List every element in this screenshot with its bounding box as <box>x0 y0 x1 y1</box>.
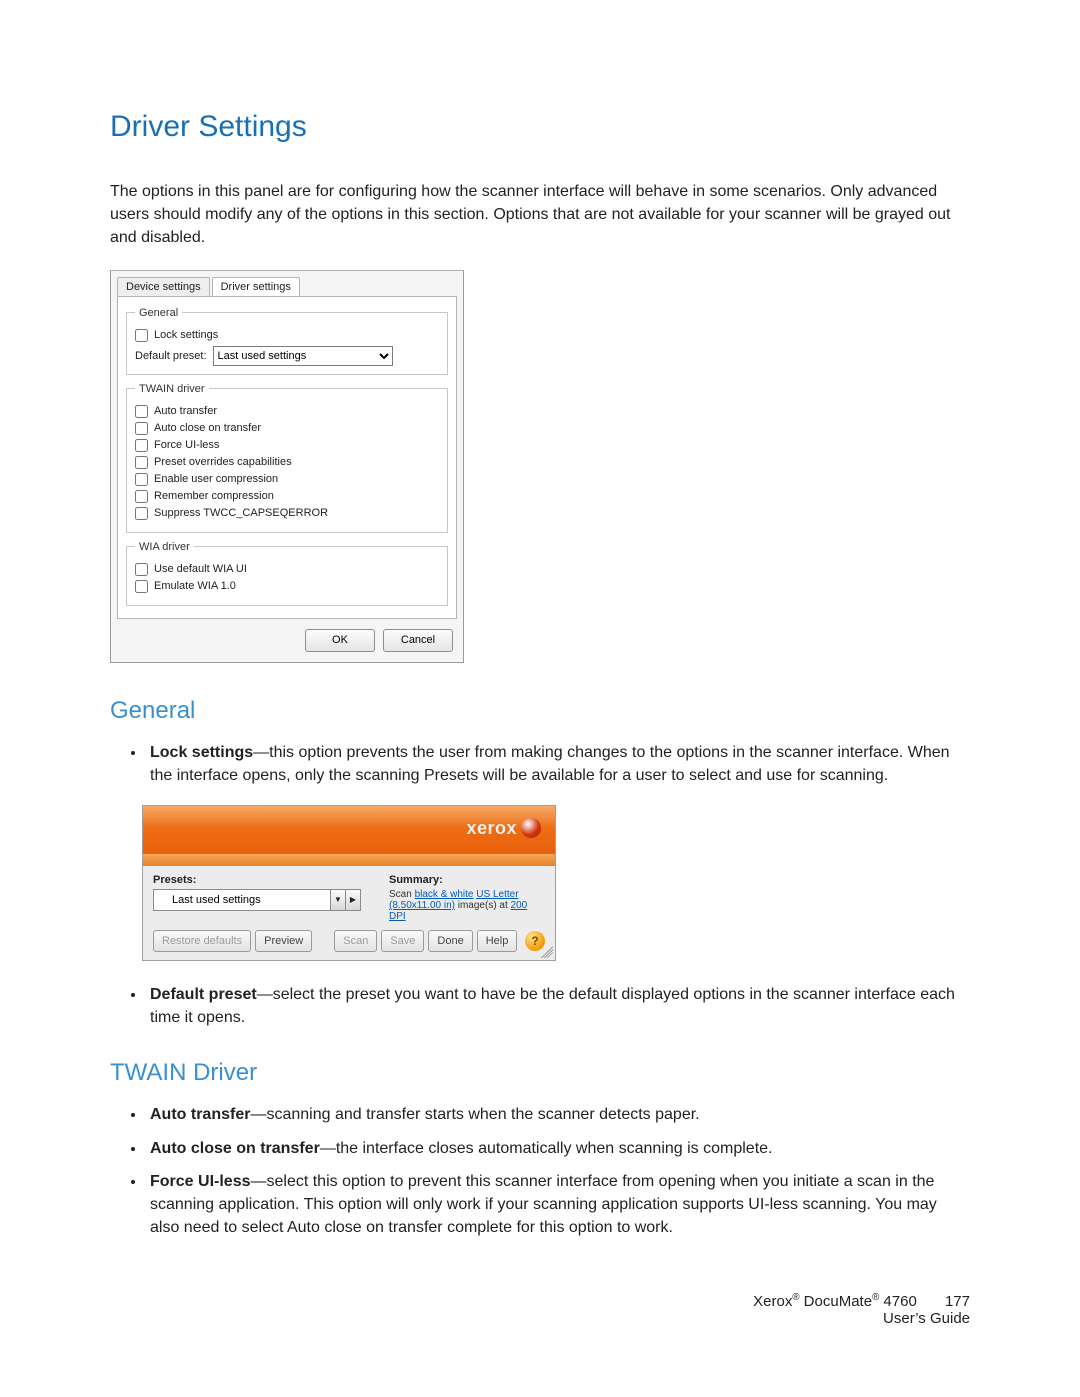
restore-defaults-button[interactable]: Restore defaults <box>153 930 251 952</box>
checkbox-preset-overrides[interactable]: Preset overrides capabilities <box>135 456 439 469</box>
legend-twain: TWAIN driver <box>135 383 209 395</box>
checkbox-enable-compression[interactable]: Enable user compression <box>135 473 439 486</box>
tab-device-settings[interactable]: Device settings <box>117 277 210 296</box>
summary-link-bw[interactable]: black & white <box>415 889 474 900</box>
save-button[interactable]: Save <box>381 930 424 952</box>
default-preset-select[interactable]: Last used settings <box>213 346 393 366</box>
summary-label: Summary: <box>389 874 545 886</box>
scan-button[interactable]: Scan <box>334 930 377 952</box>
checkbox-suppress-error[interactable]: Suppress TWCC_CAPSEQERROR <box>135 507 439 520</box>
lock-settings-label: Lock settings <box>154 329 218 341</box>
checkbox-lock-settings[interactable]: Lock settings <box>135 329 439 342</box>
bullet-default-preset: Default preset—select the preset you wan… <box>146 983 970 1029</box>
summary-text: Scan black & white US Letter (8.50x11.00… <box>389 889 545 922</box>
help-button[interactable]: Help <box>477 930 518 952</box>
bullet-auto-transfer: Auto transfer—scanning and transfer star… <box>146 1103 970 1126</box>
lock-settings-input[interactable] <box>135 329 148 342</box>
chevron-right-icon[interactable]: ▶ <box>346 889 361 911</box>
presets-label: Presets: <box>153 874 361 886</box>
xerox-ball-icon <box>521 818 541 838</box>
bullet-force-uiless: Force UI-less—select this option to prev… <box>146 1170 970 1240</box>
page-title: Driver Settings <box>110 110 970 144</box>
checkbox-remember-compression[interactable]: Remember compression <box>135 490 439 503</box>
cancel-button[interactable]: Cancel <box>383 629 453 652</box>
bullet-lock-settings: Lock settings—this option prevents the u… <box>146 741 970 787</box>
xerox-logo: xerox <box>466 818 541 839</box>
intro-paragraph: The options in this panel are for config… <box>110 180 970 250</box>
checkbox-force-uiless[interactable]: Force UI-less <box>135 439 439 452</box>
legend-wia: WIA driver <box>135 541 194 553</box>
checkbox-emulate-wia[interactable]: Emulate WIA 1.0 <box>135 580 439 593</box>
ok-button[interactable]: OK <box>305 629 375 652</box>
group-wia: WIA driver Use default WIA UI Emulate WI… <box>126 541 448 606</box>
preview-button[interactable]: Preview <box>255 930 312 952</box>
checkbox-default-wia-ui[interactable]: Use default WIA UI <box>135 563 439 576</box>
page-footer: Xerox® DocuMate® 4760 177 User’s Guide <box>753 1292 970 1327</box>
bullet-auto-close: Auto close on transfer—the interface clo… <box>146 1137 970 1160</box>
tab-driver-settings[interactable]: Driver settings <box>212 277 300 296</box>
resize-grip-icon[interactable] <box>541 946 553 958</box>
heading-twain-driver: TWAIN Driver <box>110 1059 970 1087</box>
group-twain: TWAIN driver Auto transfer Auto close on… <box>126 383 448 533</box>
heading-general: General <box>110 697 970 725</box>
default-preset-label: Default preset: <box>135 350 207 362</box>
done-button[interactable]: Done <box>428 930 472 952</box>
driver-settings-dialog: Device settings Driver settings General … <box>110 270 464 663</box>
preset-select[interactable] <box>153 889 331 911</box>
checkbox-auto-close[interactable]: Auto close on transfer <box>135 422 439 435</box>
group-general: General Lock settings Default preset: La… <box>126 307 448 375</box>
chevron-down-icon[interactable]: ▼ <box>331 889 346 911</box>
page-number: 177 <box>945 1293 970 1310</box>
checkbox-auto-transfer[interactable]: Auto transfer <box>135 405 439 418</box>
xerox-preset-panel: xerox Presets: ▼ ▶ Summary: Scan black &… <box>142 805 556 961</box>
legend-general: General <box>135 307 182 319</box>
